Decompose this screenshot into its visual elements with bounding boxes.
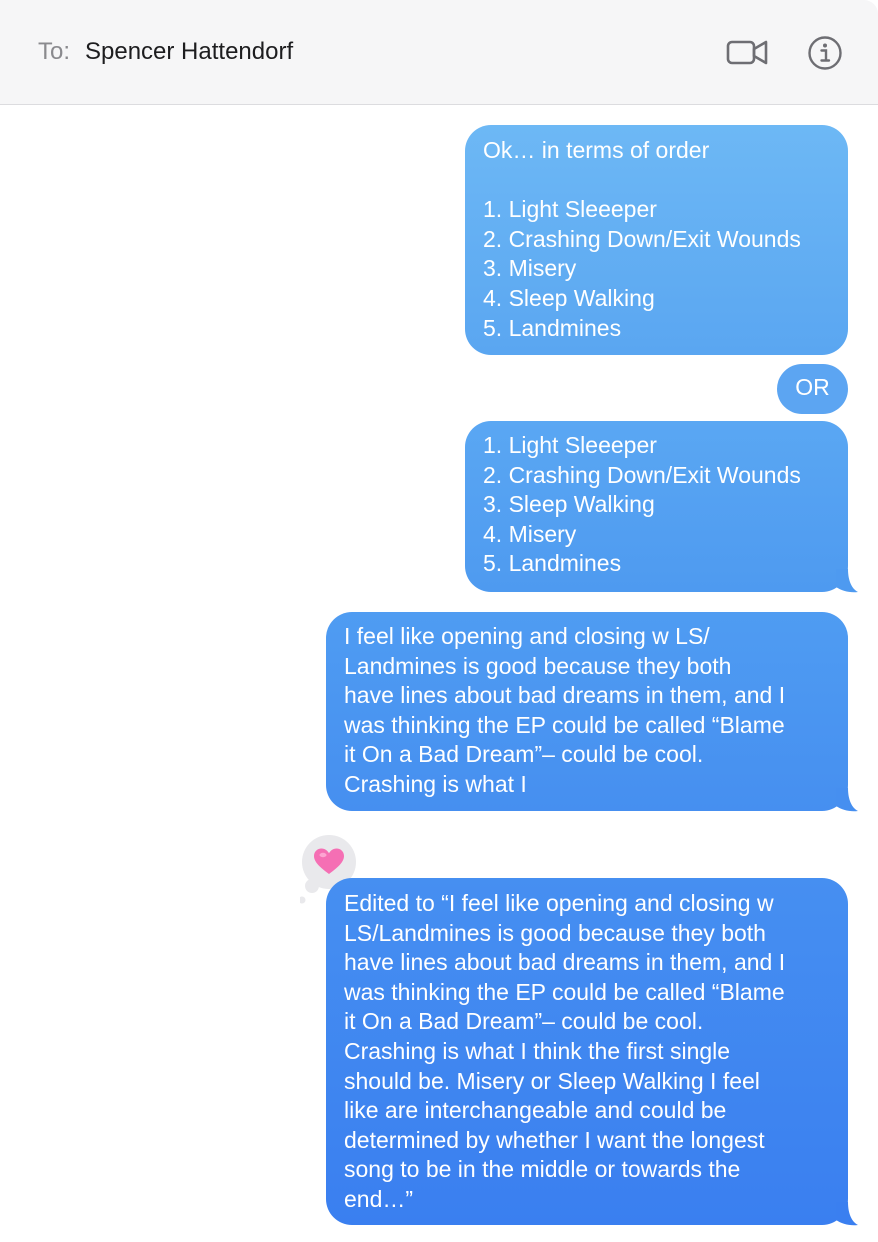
conversation-header: To: Spencer Hattendorf [0,0,878,105]
bubble-tail [836,1202,858,1226]
messages-window: To: Spencer Hattendorf Ok… in terms of o… [0,0,878,1242]
bubble-tail [836,788,858,812]
message-bubble[interactable]: OR [777,364,848,414]
message-bubble[interactable]: Edited to “I feel like opening and closi… [326,878,848,1225]
bubble-tail [836,569,858,593]
message-bubble[interactable]: Ok… in terms of order 1. Light Sleeeper … [465,125,848,355]
recipient-name[interactable]: Spencer Hattendorf [85,38,293,66]
message-bubble[interactable]: 1. Light Sleeeper 2. Crashing Down/Exit … [465,421,848,592]
info-icon[interactable] [806,34,844,72]
to-label: To: [38,38,71,65]
message-bubble[interactable]: I feel like opening and closing w LS/ La… [326,612,848,811]
video-camera-icon[interactable] [724,34,772,70]
